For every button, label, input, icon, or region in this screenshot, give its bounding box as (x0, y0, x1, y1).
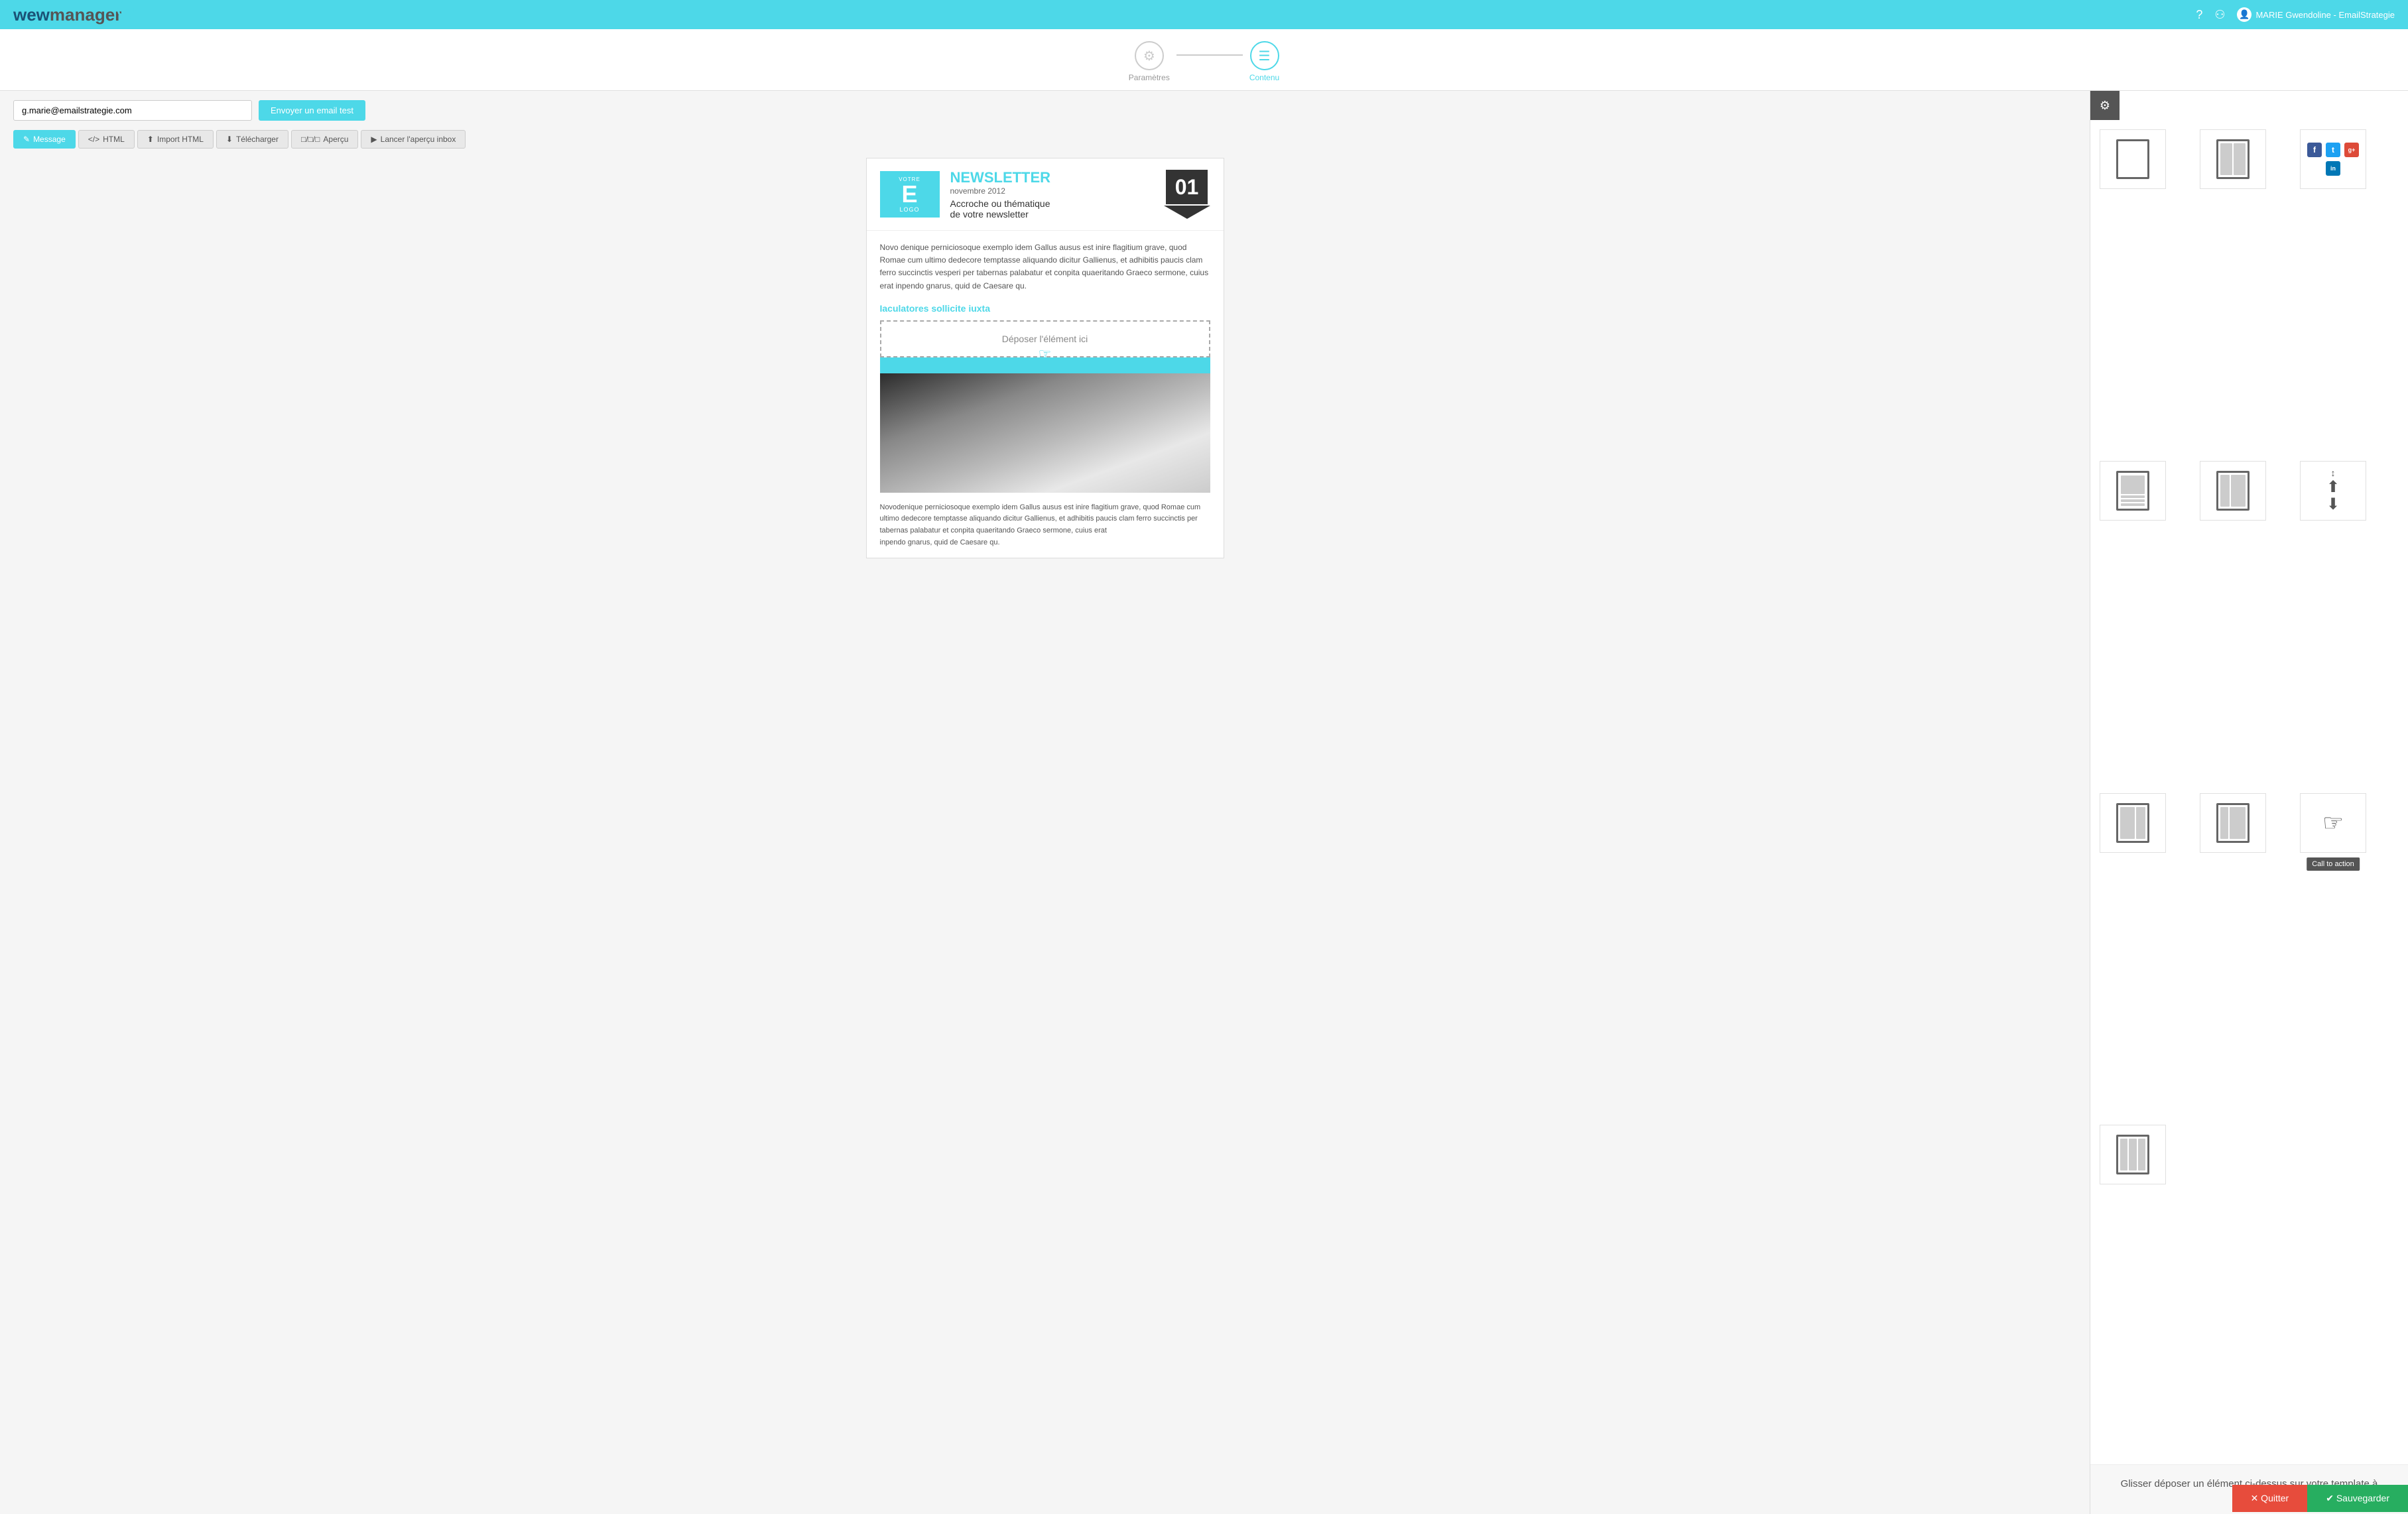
half-left-icon (2116, 803, 2149, 843)
step-contenu[interactable]: ☰ Contenu (1249, 41, 1279, 82)
element-half-left[interactable] (2100, 793, 2166, 853)
element-resize[interactable]: ↕ ⬆⬇ (2300, 461, 2366, 521)
nl-subtitle: novembre 2012 (950, 186, 1164, 196)
full-column-icon (2116, 139, 2149, 179)
bottom-bar: ✕ Quitter ✔ Sauvegarder (2232, 1485, 2408, 1512)
cursor-icon: ☞ (1039, 346, 1052, 363)
preview-icon: □/□/□ (301, 135, 320, 144)
nl-logo-bottom: LOGO (899, 206, 919, 213)
tab-inbox-preview[interactable]: ▶ Lancer l'aperçu inbox (361, 130, 466, 149)
step2-circle: ☰ (1250, 41, 1279, 70)
twitter-icon: t (2326, 143, 2340, 157)
quit-button[interactable]: ✕ Quitter (2232, 1485, 2308, 1512)
two-col-alt-icon (2216, 471, 2250, 511)
facebook-icon: f (2307, 143, 2322, 157)
nl-logo-letter: E (901, 182, 917, 206)
nl-number-wrapper: 01 (1164, 170, 1210, 219)
download-icon: ⬇ (226, 135, 233, 144)
tab-download[interactable]: ⬇ Télécharger (216, 130, 288, 149)
nl-triangle (1164, 206, 1210, 219)
cta-cursor-icon: ☞ (2322, 809, 2344, 837)
resize-icon: ↕ ⬆⬇ (2326, 468, 2340, 513)
right-panel-top: ⚙ (2090, 91, 2408, 120)
user-info: 👤 MARIE Gwendoline - EmailStrategie (2237, 7, 2395, 22)
logo: wew manager ~ (13, 5, 136, 25)
help-icon[interactable]: ? (2196, 8, 2202, 22)
tab-preview[interactable]: □/□/□ Aperçu (291, 130, 358, 149)
half-right-icon (2216, 803, 2250, 843)
element-two-col-alt[interactable] (2200, 461, 2266, 521)
step-bar: ⚙ Paramètres ☰ Contenu (0, 29, 2408, 91)
newsletter-preview: VOTRE E LOGO NEWSLETTER novembre 2012 Ac… (866, 158, 1224, 558)
three-column-icon (2116, 1135, 2149, 1174)
linkedin-icon: in (2326, 161, 2340, 176)
html-icon: </> (88, 135, 99, 144)
main-content: Envoyer un email test ✎ Message </> HTML… (0, 91, 2408, 1514)
nl-title-area: NEWSLETTER novembre 2012 Accroche ou thé… (950, 169, 1164, 220)
nl-number-box: 01 (1166, 170, 1208, 204)
users-icon[interactable]: ⚇ (2214, 8, 2225, 22)
nl-header: VOTRE E LOGO NEWSLETTER novembre 2012 Ac… (867, 158, 1224, 231)
element-three-column[interactable] (2100, 1125, 2166, 1184)
tab-inbox-label: Lancer l'aperçu inbox (381, 135, 456, 144)
element-social[interactable]: f t g+ in (2300, 129, 2366, 189)
laptop-visual (880, 373, 1210, 493)
message-icon: ✎ (23, 135, 30, 144)
nl-title: NEWSLETTER (950, 169, 1164, 186)
nl-link[interactable]: Iaculatores sollicite iuxta (867, 303, 1224, 314)
toolbar-tabs: ✎ Message </> HTML ⬆ Import HTML ⬇ Téléc… (13, 130, 2076, 149)
element-full-column[interactable] (2100, 129, 2166, 189)
inbox-icon: ▶ (371, 135, 377, 144)
step1-label: Paramètres (1129, 73, 1170, 82)
step1-circle: ⚙ (1135, 41, 1164, 70)
test-email-bar: Envoyer un email test (13, 100, 2076, 121)
nl-tagline: Accroche ou thématique de votre newslett… (950, 198, 1164, 220)
tab-html-label: HTML (103, 135, 125, 144)
user-avatar-icon: 👤 (2237, 7, 2251, 22)
gear-button[interactable]: ⚙ (2090, 91, 2120, 120)
step-parametres[interactable]: ⚙ Paramètres (1129, 41, 1170, 82)
step-connector (1176, 54, 1243, 56)
editor-panel: Envoyer un email test ✎ Message </> HTML… (0, 91, 2090, 1514)
element-image-text[interactable] (2100, 461, 2166, 521)
social-icons-preview: f t g+ in (2301, 143, 2366, 176)
tab-import-html[interactable]: ⬆ Import HTML (137, 130, 214, 149)
drop-zone[interactable]: Déposer l'élément ici ☞ (880, 320, 1210, 357)
laptop-image (880, 373, 1210, 493)
image-text-icon (2116, 471, 2149, 511)
right-panel: ⚙ f t g+ in (2090, 91, 2408, 1514)
save-button[interactable]: ✔ Sauvegarder (2307, 1485, 2408, 1512)
tab-message-label: Message (33, 135, 66, 144)
elements-grid: f t g+ in (2090, 120, 2408, 1464)
test-email-input[interactable] (13, 100, 252, 121)
cta-tooltip: Call to action (2307, 857, 2360, 871)
nl-footer-text: Novodenique perniciosoque exemplo idem G… (867, 493, 1224, 558)
send-test-button[interactable]: Envoyer un email test (259, 100, 365, 121)
nl-logo: VOTRE E LOGO (880, 171, 940, 218)
tab-preview-label: Aperçu (323, 135, 348, 144)
tab-html[interactable]: </> HTML (78, 130, 135, 149)
two-column-icon (2216, 139, 2250, 179)
element-half-right[interactable] (2200, 793, 2266, 853)
step2-label: Contenu (1249, 73, 1279, 82)
tab-message[interactable]: ✎ Message (13, 130, 76, 149)
tab-download-label: Télécharger (236, 135, 279, 144)
element-cta[interactable]: ☞ Call to action (2300, 793, 2366, 853)
top-navigation: wew manager ~ ? ⚇ 👤 MARIE Gwendoline - E… (0, 0, 2408, 29)
element-two-column[interactable] (2200, 129, 2266, 189)
google-plus-icon: g+ (2344, 143, 2359, 157)
nav-right: ? ⚇ 👤 MARIE Gwendoline - EmailStrategie (2196, 7, 2395, 22)
import-icon: ⬆ (147, 135, 154, 144)
nl-body-text: Novo denique perniciosoque exemplo idem … (867, 231, 1224, 303)
tab-import-label: Import HTML (157, 135, 204, 144)
nl-number: 01 (1175, 176, 1199, 198)
